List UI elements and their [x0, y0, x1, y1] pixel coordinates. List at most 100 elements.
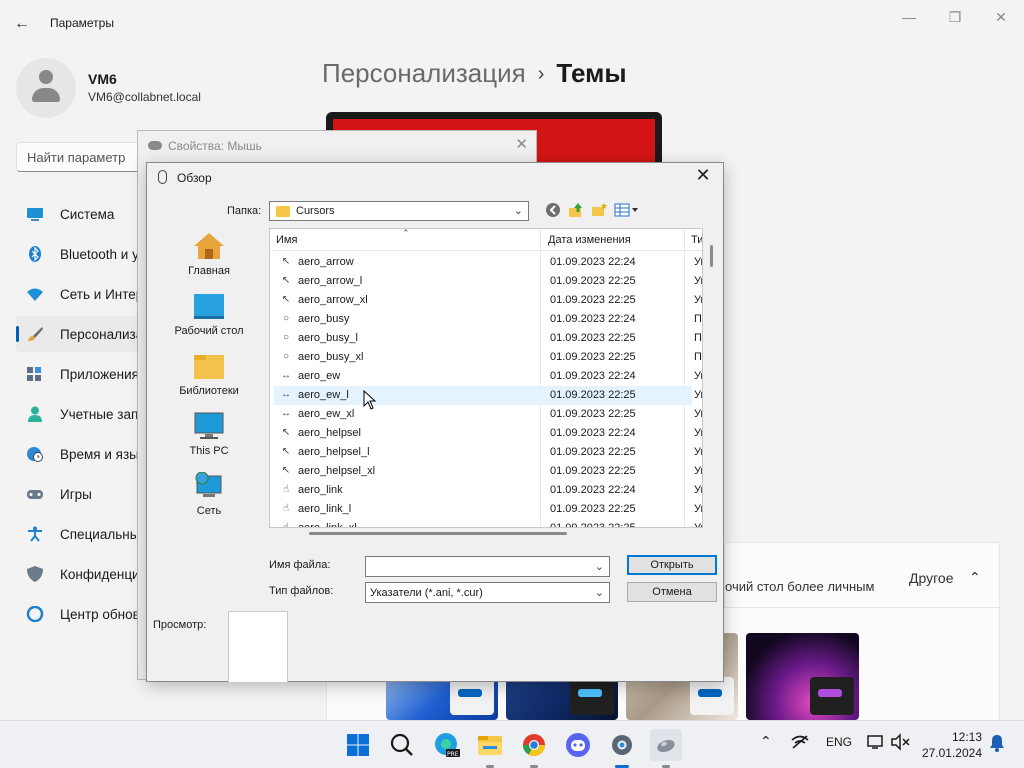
- breadcrumb-parent[interactable]: Персонализация: [322, 58, 526, 88]
- cursor-file-icon: ○: [282, 313, 290, 324]
- cursor-file-icon: ↖: [281, 446, 291, 457]
- close-icon[interactable]: ✕: [515, 135, 528, 153]
- new-folder-icon[interactable]: [590, 202, 608, 220]
- dialog-title: Свойства: Мышь: [168, 139, 262, 153]
- avatar[interactable]: [16, 58, 76, 118]
- file-row[interactable]: ○ aero_busy 01.09.2023 22:24 Пе: [274, 310, 702, 329]
- filetype-value: Указатели (*.ani, *.cur): [370, 587, 483, 599]
- chevron-down-icon[interactable]: ⌄: [595, 560, 604, 573]
- file-row[interactable]: ↖ aero_arrow_l 01.09.2023 22:25 Ук: [274, 272, 702, 291]
- sidebar-item-accessibility[interactable]: Специальные возможности: [16, 516, 146, 552]
- sidebar-item-apps[interactable]: Приложения: [16, 356, 146, 392]
- file-row[interactable]: ☝ aero_link_l 01.09.2023 22:25 Ук: [274, 500, 702, 519]
- preview-pane: [228, 611, 288, 683]
- file-date: 01.09.2023 22:25: [550, 389, 636, 401]
- sidebar-item-time-language[interactable]: Время и язык: [16, 436, 146, 472]
- settings-icon[interactable]: [606, 729, 638, 768]
- file-date: 01.09.2023 22:25: [550, 408, 636, 420]
- place-network[interactable]: Сеть: [155, 468, 263, 528]
- file-row[interactable]: ↔ aero_ew_l 01.09.2023 22:25 Ук: [274, 386, 702, 405]
- view-menu-icon[interactable]: [614, 202, 640, 220]
- clock-date: 27.01.2024: [921, 746, 982, 760]
- file-row[interactable]: ○ aero_busy_xl 01.09.2023 22:25 Пе: [274, 348, 702, 367]
- close-button[interactable]: ✕: [691, 165, 715, 186]
- filetype-select[interactable]: Указатели (*.ani, *.cur) ⌄: [365, 582, 610, 603]
- sidebar-item-windows-update[interactable]: Центр обновления Windows: [16, 596, 146, 632]
- file-row[interactable]: ↔ aero_ew 01.09.2023 22:24 Ук: [274, 367, 702, 386]
- show-hidden-icons-icon[interactable]: ⌃: [760, 733, 772, 750]
- sidebar-item-bluetooth[interactable]: Bluetooth и устройства: [16, 236, 146, 272]
- file-type: Ук: [694, 465, 702, 477]
- folder-label: Папка:: [227, 205, 262, 217]
- file-date: 01.09.2023 22:24: [550, 427, 636, 439]
- file-name: aero_ew_xl: [298, 408, 355, 420]
- sidebar-item-personalization[interactable]: Персонализация: [16, 316, 146, 352]
- close-button[interactable]: ✕: [978, 6, 1024, 28]
- sidebar-item-label: Персонализация: [60, 327, 146, 342]
- file-date: 01.09.2023 22:25: [550, 332, 636, 344]
- monitor-notify-icon[interactable]: [866, 733, 886, 754]
- place-desktop[interactable]: Рабочий стол: [155, 288, 263, 348]
- folder-select[interactable]: Cursors ⌄: [269, 201, 529, 221]
- sidebar-item-gaming[interactable]: Игры: [16, 476, 146, 512]
- chevron-up-icon[interactable]: ⌃: [969, 569, 981, 586]
- file-row[interactable]: ☝ aero_link 01.09.2023 22:24 Ук: [274, 481, 702, 500]
- search-icon[interactable]: [386, 729, 418, 761]
- edge-pre-icon[interactable]: PRE: [430, 729, 462, 761]
- back-arrow-icon[interactable]: [544, 202, 562, 220]
- discord-icon[interactable]: [562, 729, 594, 761]
- search-input[interactable]: Найти параметр: [16, 142, 146, 172]
- up-folder-icon[interactable]: [567, 202, 585, 220]
- sidebar-item-label: Сеть и Интернет: [60, 287, 146, 302]
- file-date: 01.09.2023 22:25: [550, 522, 636, 528]
- place-libraries[interactable]: Библиотеки: [155, 348, 263, 408]
- file-list[interactable]: Имя ⌃ Дата изменения Ти ↖ aero_arrow 01.09…: [269, 228, 703, 528]
- column-header-date[interactable]: Дата изменения: [548, 234, 631, 246]
- apps-icon: [26, 366, 44, 382]
- place-this-pc[interactable]: This PC: [155, 408, 263, 468]
- file-row[interactable]: ↖ aero_arrow_xl 01.09.2023 22:25 Ук: [274, 291, 702, 310]
- file-row[interactable]: ☝ aero_link_xl 01.09.2023 22:25 Ук: [274, 519, 702, 528]
- chrome-icon[interactable]: [518, 729, 550, 768]
- notification-bell-icon[interactable]: [988, 733, 1006, 756]
- sidebar-item-accounts[interactable]: Учетные записи: [16, 396, 146, 432]
- maximize-button[interactable]: ❐: [932, 6, 978, 28]
- file-row[interactable]: ↖ aero_helpsel_xl 01.09.2023 22:25 Ук: [274, 462, 702, 481]
- theme-thumbnail[interactable]: [746, 633, 859, 720]
- windows-start-icon[interactable]: [342, 729, 374, 761]
- clock[interactable]: 12:13 27.01.2024: [918, 729, 982, 761]
- vertical-scrollbar[interactable]: [710, 245, 713, 267]
- language-indicator[interactable]: ENG: [826, 735, 852, 749]
- filename-input[interactable]: ⌄: [365, 556, 610, 577]
- file-type: Ук: [694, 294, 702, 306]
- sidebar-item-label: Время и язык: [60, 447, 145, 462]
- sidebar-item-system[interactable]: Система: [16, 196, 146, 232]
- sidebar-item-network[interactable]: Сеть и Интернет: [16, 276, 146, 312]
- minimize-button[interactable]: —: [886, 6, 932, 28]
- file-row[interactable]: ↖ aero_helpsel 01.09.2023 22:24 Ук: [274, 424, 702, 443]
- sidebar-item-label: Система: [60, 207, 115, 222]
- file-name: aero_ew_l: [298, 389, 349, 401]
- open-button[interactable]: Открыть: [627, 555, 717, 575]
- file-row[interactable]: ↔ aero_ew_xl 01.09.2023 22:25 Ук: [274, 405, 702, 424]
- place-home[interactable]: Главная: [155, 228, 263, 288]
- mouse-icon[interactable]: [650, 729, 682, 768]
- file-name: aero_link: [298, 484, 343, 496]
- place-label: Рабочий стол: [174, 325, 244, 337]
- theme-card-more-label[interactable]: Другое: [909, 570, 953, 586]
- file-row[interactable]: ↖ aero_arrow 01.09.2023 22:24 Ук: [274, 253, 702, 272]
- network-offline-icon[interactable]: [790, 733, 810, 754]
- volume-muted-icon[interactable]: [890, 733, 912, 754]
- place-label: Сеть: [196, 505, 222, 517]
- file-row[interactable]: ○ aero_busy_l 01.09.2023 22:25 Пе: [274, 329, 702, 348]
- file-explorer-icon[interactable]: [474, 729, 506, 768]
- cursor-file-icon: ↔: [281, 389, 291, 400]
- cancel-button[interactable]: Отмена: [627, 582, 717, 602]
- file-row[interactable]: ↖ aero_helpsel_l 01.09.2023 22:25 Ук: [274, 443, 702, 462]
- file-list-header: Имя ⌃ Дата изменения Ти: [270, 229, 702, 251]
- back-button[interactable]: ←: [14, 14, 34, 34]
- column-header-type[interactable]: Ти: [691, 234, 702, 246]
- horizontal-scrollbar[interactable]: [309, 532, 567, 535]
- column-header-name[interactable]: Имя: [276, 234, 297, 246]
- sidebar-item-privacy[interactable]: Конфиденциальность: [16, 556, 146, 592]
